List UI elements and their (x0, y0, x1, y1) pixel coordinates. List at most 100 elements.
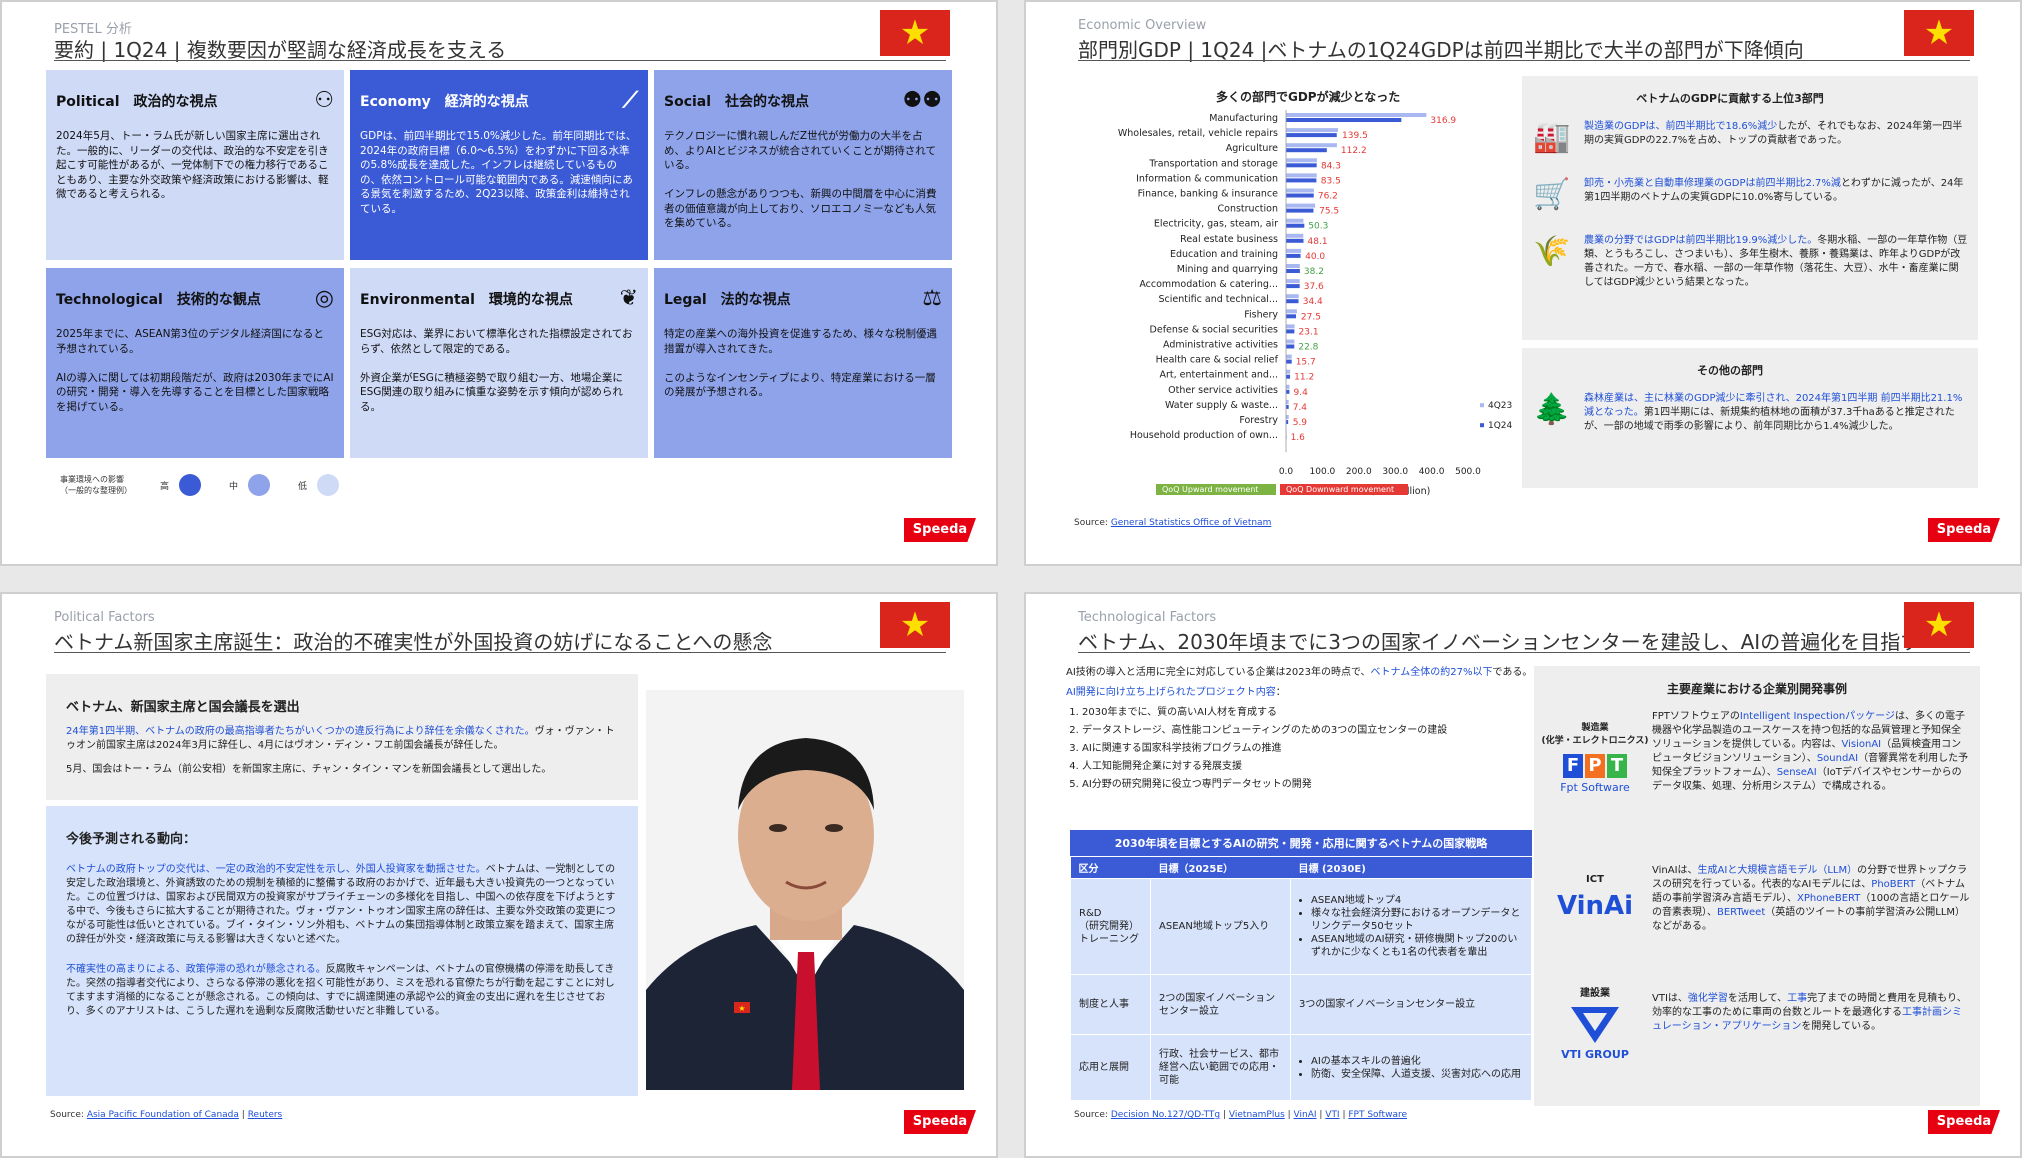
bar-1Q24 (1286, 314, 1297, 319)
category-label: Administrative activities (1163, 340, 1278, 351)
data-label: 34.4 (1303, 297, 1323, 307)
speeda-logo: Speeda (1928, 518, 2000, 542)
vietnam-flag-icon: ★ (1904, 602, 1974, 648)
body-text: AI技術の導入と活用に完全に対応している企業は2023年の時点で、 (1066, 667, 1371, 678)
bar-4Q23 (1286, 203, 1316, 208)
industry-construction: 建設業 VTI GROUP VTIは、強化学習を活用して、工事完了までの時間と費… (1534, 980, 1980, 1090)
table-cell: ASEAN地域トップ4 様々な社会経済分野におけるオープンデータとリンクデータ5… (1290, 878, 1532, 975)
data-label: 48.1 (1308, 237, 1328, 247)
legend-mid-swatch (248, 474, 271, 496)
category-label: Defense & social securities (1150, 324, 1279, 335)
source-link[interactable]: FPT Software (1348, 1110, 1407, 1120)
source-label: Source: (50, 1110, 84, 1120)
slide-eyebrow: Technological Factors (1078, 610, 1217, 625)
list-item: 3つの国家イノベーションセンター設立 (1299, 999, 1476, 1010)
data-label: 38.2 (1304, 267, 1324, 277)
legend-low-swatch (317, 474, 340, 496)
new-president-box: ベトナム、新国家主席と国会議長を選出 24年第1四半期、ベトナムの政府の最高指導… (46, 674, 638, 800)
logo-text: VTI GROUP (1561, 1048, 1629, 1061)
table-caption: 2030年頃を目標とするAIの研究・開発・応用に関するベトナムの国家戦略 (1070, 830, 1532, 856)
source-link[interactable]: Decision No.127/QD-TTg (1111, 1110, 1220, 1120)
other-sectors-panel: その他の部門 🌲 森林産業は、主に林業のGDP減少に牽引され、2024年第1四半… (1522, 348, 1978, 488)
card-environmental: Environmental 環境的な視点 ❦ ESG対応は、業界において標準化され… (350, 268, 648, 458)
card-text: GDPは、前四半期比で15.0%減少した。前年同期比では、2024年の政府目標（… (360, 130, 637, 215)
chart-icon: ⟋ (622, 88, 638, 113)
source-link[interactable]: VinAI (1294, 1110, 1317, 1120)
panel-title: 主要産業における企業別開発事例 (1666, 682, 1847, 696)
bar-1Q24 (1286, 148, 1327, 153)
data-label: 11.2 (1294, 373, 1314, 383)
category-label: Real estate business (1180, 234, 1278, 245)
speeda-logo: Speeda (1928, 1110, 2000, 1134)
legend-downward: QoQ Downward movement (1280, 484, 1408, 495)
title-divider (1078, 60, 1970, 61)
slide-eyebrow: Political Factors (54, 610, 155, 625)
data-label: 316.9 (1430, 116, 1456, 126)
outlook-box: 今後予測される動向： ベトナムの政府トップの交代は、一定の政治的不安定性を示し、… (46, 806, 638, 1096)
card-text: 特定の産業への海外投資を促進するため、様々な税制優遇措置が導入されてきた。 この… (664, 328, 937, 398)
list-item: 人工知能開発企業に対する発展支援 (1082, 758, 1534, 776)
body-text: VTIは、 (1652, 993, 1688, 1004)
category-label: Accommodation & catering... (1139, 279, 1278, 290)
bar-4Q23 (1286, 279, 1300, 284)
highlight-text: BERTweet (1717, 907, 1766, 918)
data-label: 22.8 (1298, 343, 1318, 353)
table-row: 制度と人事 2つの国家イノベーションセンター設立 3つの国家イノベーションセンタ… (1070, 974, 1532, 1035)
table-header: 区分 (1070, 856, 1151, 879)
source-link[interactable]: General Statistics Office of Vietnam (1111, 518, 1272, 528)
slide-pestel-summary: PESTEL 分析 要約 | 1Q24 | 複数要因が堅調な経済成長を支える ★… (0, 0, 998, 566)
data-label: 23.1 (1299, 327, 1319, 337)
source-link[interactable]: Reuters (248, 1110, 283, 1120)
persons-icon: ⚉⚉ (902, 88, 942, 113)
data-label: 37.6 (1304, 282, 1324, 292)
highlight-text: 農業の分野ではGDPは前四半期比19.9%減少した。 (1584, 235, 1818, 246)
table-cell: 制度と人事 (1070, 974, 1151, 1035)
legend-high-label: 高 (160, 481, 170, 492)
bar-4Q23 (1286, 384, 1290, 389)
card-heading: Economy 経済的な視点 (360, 93, 529, 110)
source-label: Source: (1074, 1110, 1108, 1120)
source-link[interactable]: Asia Pacific Foundation of Canada (87, 1110, 239, 1120)
source-link[interactable]: VietnamPlus (1229, 1110, 1285, 1120)
speeda-logo: Speeda (904, 518, 976, 542)
card-technological: Technological 技術的な観点 ◎ 2025年までに、ASEAN第3位の… (46, 268, 344, 458)
bar-1Q24 (1286, 299, 1299, 304)
highlight-text: 卸売・小売業と自動車修理業のGDPは前四半期比2.7%減 (1584, 178, 1841, 189)
body-text: である。 (1492, 667, 1533, 678)
highlight-text: VisionAI (1841, 739, 1882, 750)
slide-title: 部門別GDP | 1Q24 |ベトナムの1Q24GDPは前四半期比で大半の部門が… (1078, 38, 1804, 62)
card-heading: Social 社会的な視点 (664, 93, 810, 110)
card-heading: Political 政治的な視点 (56, 93, 218, 110)
source-note: Source: General Statistics Office of Vie… (1074, 518, 1271, 528)
box-heading: 今後予測される動向： (66, 832, 197, 847)
table-header: 目標（2025E） (1150, 856, 1291, 879)
projects-colon: ： (1275, 687, 1286, 698)
bar-1Q24 (1286, 133, 1337, 138)
table-cell: R&D （研究開発） トレーニング (1070, 878, 1151, 975)
category-label: Construction (1218, 204, 1279, 215)
bar-4Q23 (1286, 188, 1314, 193)
legend-swatch (1480, 423, 1484, 428)
industry-name: 建設業 (1580, 988, 1610, 999)
list-item: 様々な社会経済分野におけるオープンデータとリンクデータ50セット (1311, 907, 1523, 933)
body-text: FPTソフトウェアの (1652, 711, 1740, 722)
x-tick-label: 0.0 (1279, 467, 1294, 477)
card-heading: Technological 技術的な観点 (56, 291, 261, 308)
bar-1Q24 (1286, 329, 1295, 334)
card-economy: Economy 経済的な視点 ⟋ GDPは、前四半期比で15.0%減少した。前年同… (350, 70, 648, 260)
list-item: AIの基本スキルの普遍化 (1311, 1055, 1523, 1068)
data-label: 139.5 (1342, 131, 1368, 141)
bar-1Q24 (1286, 359, 1292, 364)
vietnam-flag-icon: ★ (880, 602, 950, 648)
sector-item-agriculture: 🌾 農業の分野ではGDPは前四半期比19.9%減少した。冬期水稲、一部の一年草作… (1522, 234, 1978, 290)
source-link[interactable]: VTI (1325, 1110, 1339, 1120)
legend-swatch (1480, 403, 1484, 408)
category-label: Mining and quarrying (1177, 264, 1278, 275)
fpt-logo: FPT Fpt Software (1560, 754, 1630, 794)
category-label: Agriculture (1226, 143, 1278, 154)
bar-1Q24 (1286, 253, 1301, 258)
bar-4Q23 (1286, 173, 1317, 178)
tree-icon: 🌲 (1533, 392, 1571, 427)
highlight-text: 生成AIと大規模言語モデル（LLM） (1697, 865, 1858, 876)
highlight-text: Intelligent Inspectionパッケージ (1739, 711, 1895, 722)
